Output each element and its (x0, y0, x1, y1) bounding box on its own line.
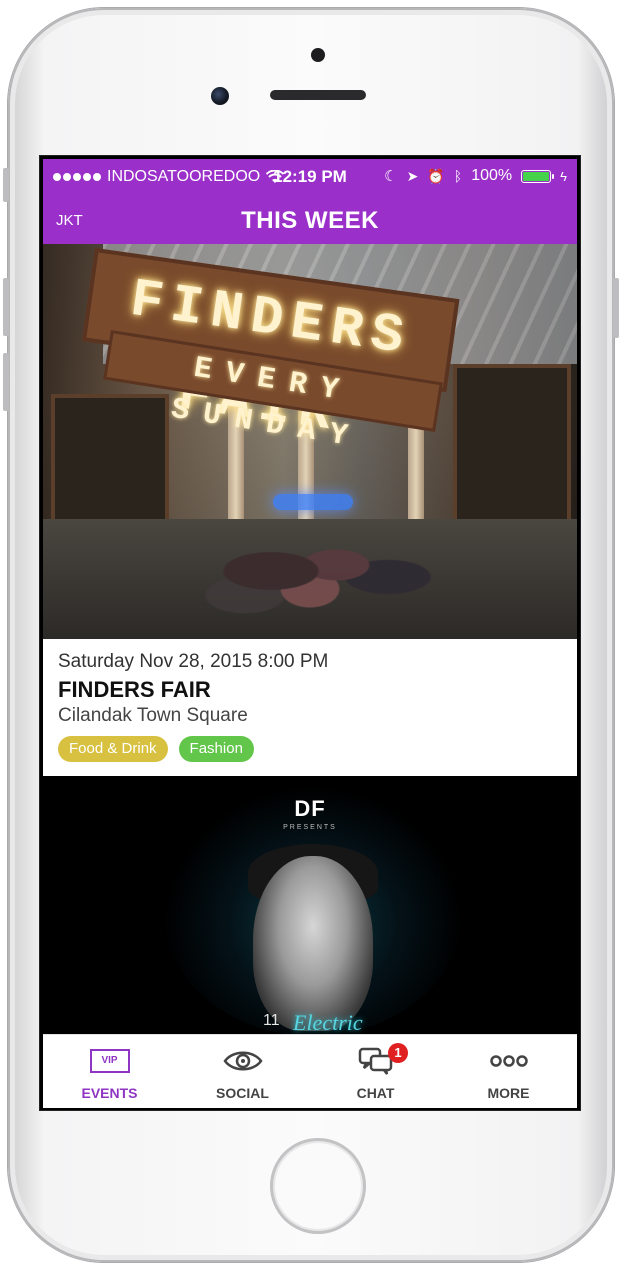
poster-presents: PRESENTS (283, 824, 337, 831)
poster-face (253, 856, 373, 1031)
tab-events[interactable]: VIP EVENTS (43, 1035, 176, 1108)
proximity-sensor (311, 48, 325, 62)
bluetooth-icon: ᛒ (453, 168, 463, 184)
event-card-info[interactable]: Saturday Nov 28, 2015 8:00 PM FINDERS FA… (43, 639, 577, 776)
tab-bar: VIP EVENTS SOCIAL CHAT 1 MORE (43, 1034, 577, 1108)
df-logo: DF (294, 796, 326, 821)
tab-social[interactable]: SOCIAL (176, 1035, 309, 1108)
alarm-icon: ⏰ (427, 167, 445, 184)
poster-electric: Electric (293, 1010, 363, 1034)
tab-more[interactable]: MORE (442, 1035, 575, 1108)
charging-icon: ϟ (560, 168, 567, 184)
home-button[interactable] (270, 1138, 366, 1234)
location-icon: ➤ (406, 167, 419, 184)
moon-icon: ☾ (384, 168, 398, 185)
event-feed[interactable]: FINDERS FAIR EVERY SUNDAY Saturday Nov 2… (43, 244, 577, 1034)
power-button (613, 278, 619, 338)
battery-percent: 100% (471, 167, 513, 184)
more-dots-icon (489, 1055, 528, 1067)
crowd (193, 499, 453, 619)
tab-chat[interactable]: CHAT (309, 1035, 442, 1108)
status-bar: INDOSATOOREDOO 12:19 PM ☾ ➤ ⏰ ᛒ 100% ϟ (43, 159, 577, 197)
event-title: FINDERS FAIR (58, 677, 211, 702)
tag-food-drink[interactable]: Food & Drink (58, 736, 168, 762)
tab-chat-label: CHAT (356, 1085, 395, 1101)
page-title: THIS WEEK (241, 207, 379, 234)
right-storefront (453, 364, 571, 532)
poster-number: 11 (263, 1012, 280, 1029)
volume-up-button (3, 278, 9, 336)
chat-badge: 1 (388, 1043, 408, 1063)
event-image-dj-poster[interactable]: DF PRESENTS 11 Electric (43, 776, 577, 1034)
tab-social-label: SOCIAL (216, 1085, 269, 1101)
vip-icon: VIP (89, 1049, 130, 1073)
tag-fashion[interactable]: Fashion (178, 736, 254, 762)
event-date: Saturday Nov 28, 2015 8:00 PM (58, 651, 329, 672)
eye-icon (222, 1051, 263, 1071)
nav-bar: JKT THIS WEEK (43, 197, 577, 244)
earpiece-speaker (270, 90, 366, 100)
battery-icon (521, 169, 555, 183)
volume-down-button (3, 353, 9, 411)
front-camera (211, 87, 229, 105)
screen: INDOSATOOREDOO 12:19 PM ☾ ➤ ⏰ ᛒ 100% ϟ J… (40, 156, 580, 1110)
event-image-finders-fair[interactable]: FINDERS FAIR EVERY SUNDAY (43, 244, 577, 639)
mute-switch (3, 168, 9, 202)
tab-more-label: MORE (487, 1085, 530, 1101)
tab-events-label: EVENTS (81, 1085, 138, 1101)
event-venue: Cilandak Town Square (58, 705, 248, 726)
event-tags: Food & Drink Fashion (58, 736, 254, 762)
